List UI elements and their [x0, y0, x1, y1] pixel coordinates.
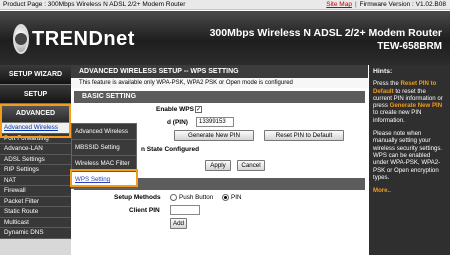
nav-item-static-route[interactable]: Static Route [0, 207, 71, 218]
page-note: This feature is available only WPA-PSK, … [71, 78, 368, 88]
push-button-label: Push Button [179, 194, 214, 201]
topbar-right: Site Map | Firmware Version : V1.02.B08 [326, 0, 446, 10]
hints-paragraph-security: Please note when manually setting your w… [373, 130, 443, 181]
dropdown-item-advanced-wireless[interactable]: Advanced Wireless [72, 124, 136, 140]
dropdown-item-mbssid-setting[interactable]: MBSSID Setting [72, 140, 136, 156]
pin-label: d (PIN) [167, 119, 188, 126]
hints-more-link[interactable]: More.. [373, 187, 446, 194]
reset-pin-to-default-button[interactable]: Reset PIN to Default [264, 130, 344, 141]
hints-generate-pin-emphasis: Generate New PIN [389, 102, 443, 110]
site-map-link[interactable]: Site Map [326, 1, 352, 8]
nav-item-dynamic-dns[interactable]: Dynamic DNS [0, 228, 71, 239]
pin-radio[interactable] [222, 194, 229, 201]
logo-emblem-icon [13, 24, 29, 54]
nav-setup-wizard[interactable]: SETUP WIZARD [0, 65, 71, 85]
add-client-section: Setup Methods Push Button PIN Client PIN… [74, 190, 365, 231]
left-navigation: SETUP WIZARD SETUP ADVANCED Advanced Wir… [0, 65, 71, 255]
client-pin-row: Client PIN [74, 204, 365, 217]
page-title: ADVANCED WIRELESS SETUP -- WPS SETTING [71, 65, 368, 78]
hints-panel: Hints: Press the Reset PIN to Default to… [369, 65, 450, 255]
product-page-text: Product Page : 300Mbps Wireless N ADSL 2… [3, 1, 186, 8]
setup-methods-label: Setup Methods [114, 194, 161, 201]
nav-item-multicast[interactable]: Multicast [0, 217, 71, 228]
state-label: n State Configured [141, 146, 200, 153]
enable-wps-row: Enable WPS ✓ [74, 103, 365, 116]
setup-methods-row: Setup Methods Push Button PIN [74, 190, 365, 204]
nav-advanced[interactable]: ADVANCED [0, 104, 71, 123]
topbar-separator: | [354, 1, 357, 8]
trendnet-logo[interactable]: TRENDnet [13, 21, 134, 57]
cancel-button[interactable]: Cancel [237, 160, 265, 171]
nav-item-advanced-wireless[interactable]: Advanced Wireless [0, 123, 71, 134]
enable-wps-checkbox[interactable]: ✓ [195, 106, 202, 113]
apply-button[interactable]: Apply [205, 160, 231, 171]
nav-item-advance-lan[interactable]: Advance-LAN [0, 144, 71, 155]
nav-item-port-forwarding[interactable]: Port Forwarding [0, 133, 71, 144]
nav-item-nat[interactable]: NAT [0, 175, 71, 186]
hints-text: to create new PIN information. [373, 109, 422, 124]
logo-text: TRENDnet [32, 27, 135, 50]
header-banner: TRENDnet 300Mbps Wireless N ADSL 2/2+ Mo… [0, 11, 450, 65]
add-button[interactable]: Add [170, 218, 187, 229]
nav-item-adsl-settings[interactable]: ADSL Settings [0, 154, 71, 165]
product-model: TEW-658BRM [377, 41, 442, 52]
current-pin-field: 13399153 [196, 117, 234, 127]
nav-setup[interactable]: SETUP [0, 85, 71, 104]
dropdown-item-wps-setting[interactable]: WPS Setting [72, 172, 136, 188]
client-pin-input[interactable] [170, 205, 200, 215]
hints-paragraph-pin: Press the Reset PIN to Default to reset … [373, 80, 446, 124]
nav-item-rip-settings[interactable]: RIP Settings [0, 165, 71, 176]
advanced-wireless-dropdown: Advanced Wireless MBSSID Setting Wireles… [71, 123, 137, 189]
generate-new-pin-button[interactable]: Generate New PIN [174, 130, 254, 141]
basic-setting-title: BASIC SETTING [74, 91, 365, 103]
hints-text: Press the [373, 80, 401, 88]
nav-advanced-items: Advanced Wireless Port Forwarding Advanc… [0, 123, 71, 239]
add-row: Add [74, 217, 365, 231]
pin-radio-label: PIN [231, 194, 242, 201]
product-name: 300Mbps Wireless N ADSL 2/2+ Modem Route… [209, 27, 442, 39]
hints-title: Hints: [373, 68, 393, 75]
dropdown-item-wireless-mac-filter[interactable]: Wireless MAC Filter [72, 156, 136, 172]
nav-item-packet-filter[interactable]: Packet Filter [0, 196, 71, 207]
enable-wps-label: Enable WPS [156, 106, 194, 113]
push-button-radio[interactable] [170, 194, 177, 201]
top-info-bar: Product Page : 300Mbps Wireless N ADSL 2… [0, 0, 450, 10]
nav-item-firewall[interactable]: Firewall [0, 186, 71, 197]
firmware-version: Firmware Version : V1.02.B08 [359, 1, 446, 8]
client-pin-label: Client PIN [129, 207, 160, 214]
